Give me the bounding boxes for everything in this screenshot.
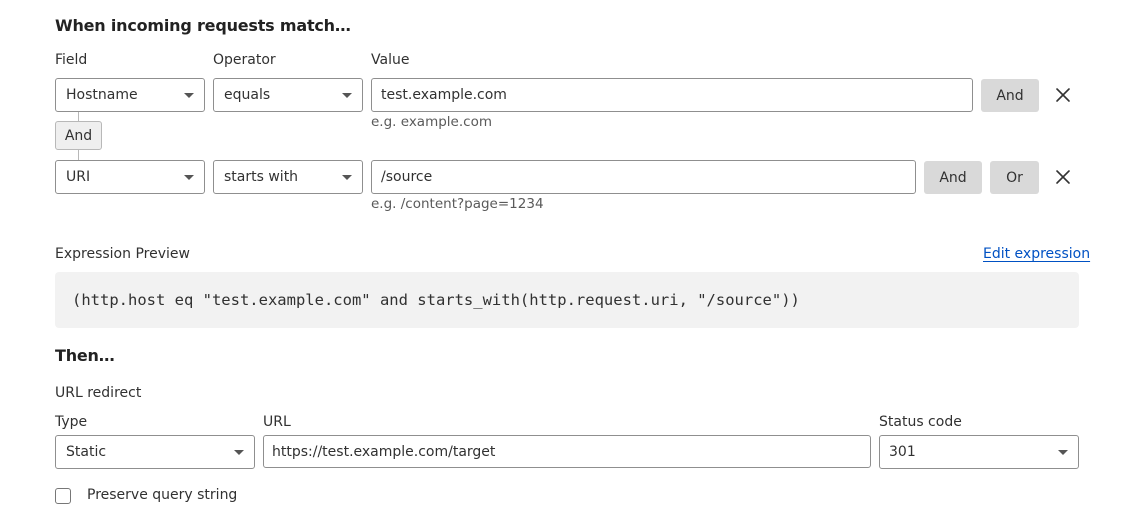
and-connector-label: And xyxy=(64,127,93,144)
status-code-label: Status code xyxy=(879,414,962,430)
value-input-2-text: /source xyxy=(381,169,433,185)
and-button-1[interactable]: And xyxy=(981,79,1039,112)
preserve-query-string-label[interactable]: Preserve query string xyxy=(87,487,237,503)
status-code-select[interactable]: 301 xyxy=(879,435,1079,469)
close-icon xyxy=(1056,88,1070,102)
chevron-down-icon xyxy=(184,93,194,98)
expression-preview-label: Expression Preview xyxy=(55,246,190,262)
expression-code: (http.host eq "test.example.com" and sta… xyxy=(72,291,800,309)
close-icon xyxy=(1056,170,1070,184)
remove-row-1-button[interactable] xyxy=(1053,85,1073,109)
preserve-query-string-checkbox[interactable] xyxy=(55,488,71,504)
url-label: URL xyxy=(263,414,291,430)
url-input[interactable]: https://test.example.com/target xyxy=(263,435,871,468)
value-input-2[interactable]: /source xyxy=(371,160,916,194)
field-column-label: Field xyxy=(55,52,88,68)
field-select-1[interactable]: Hostname xyxy=(55,78,205,112)
match-heading: When incoming requests match… xyxy=(55,16,351,35)
expression-preview-box: (http.host eq "test.example.com" and sta… xyxy=(55,272,1079,328)
edit-expression-link[interactable]: Edit expression xyxy=(983,246,1090,262)
chevron-down-icon xyxy=(1058,450,1068,455)
and-connector-badge: And xyxy=(55,121,102,150)
or-button-2-label: Or xyxy=(1006,169,1023,186)
operator-column-label: Operator xyxy=(213,52,276,68)
then-heading: Then… xyxy=(55,346,115,365)
status-code-select-value: 301 xyxy=(889,444,916,460)
remove-row-2-button[interactable] xyxy=(1053,167,1073,191)
chevron-down-icon xyxy=(342,93,352,98)
and-button-2[interactable]: And xyxy=(924,161,982,194)
operator-select-2[interactable]: starts with xyxy=(213,160,363,194)
type-select[interactable]: Static xyxy=(55,435,255,469)
field-select-2-value: URI xyxy=(66,169,91,185)
field-select-1-value: Hostname xyxy=(66,87,138,103)
url-redirect-label: URL redirect xyxy=(55,385,142,401)
type-select-value: Static xyxy=(66,444,107,460)
or-button-2[interactable]: Or xyxy=(990,161,1039,194)
value-input-1-text: test.example.com xyxy=(381,87,507,103)
field-select-2[interactable]: URI xyxy=(55,160,205,194)
value-input-1[interactable]: test.example.com xyxy=(371,78,973,112)
chevron-down-icon xyxy=(234,450,244,455)
type-label: Type xyxy=(55,414,88,430)
url-input-text: https://test.example.com/target xyxy=(272,443,496,460)
chevron-down-icon xyxy=(184,175,194,180)
value-column-label: Value xyxy=(371,52,410,68)
operator-select-1-value: equals xyxy=(224,87,271,103)
value-hint-2: e.g. /content?page=1234 xyxy=(371,196,544,212)
and-button-2-label: And xyxy=(939,169,967,186)
and-button-1-label: And xyxy=(996,87,1024,104)
operator-select-2-value: starts with xyxy=(224,169,299,185)
operator-select-1[interactable]: equals xyxy=(213,78,363,112)
value-hint-1: e.g. example.com xyxy=(371,114,492,130)
chevron-down-icon xyxy=(342,175,352,180)
